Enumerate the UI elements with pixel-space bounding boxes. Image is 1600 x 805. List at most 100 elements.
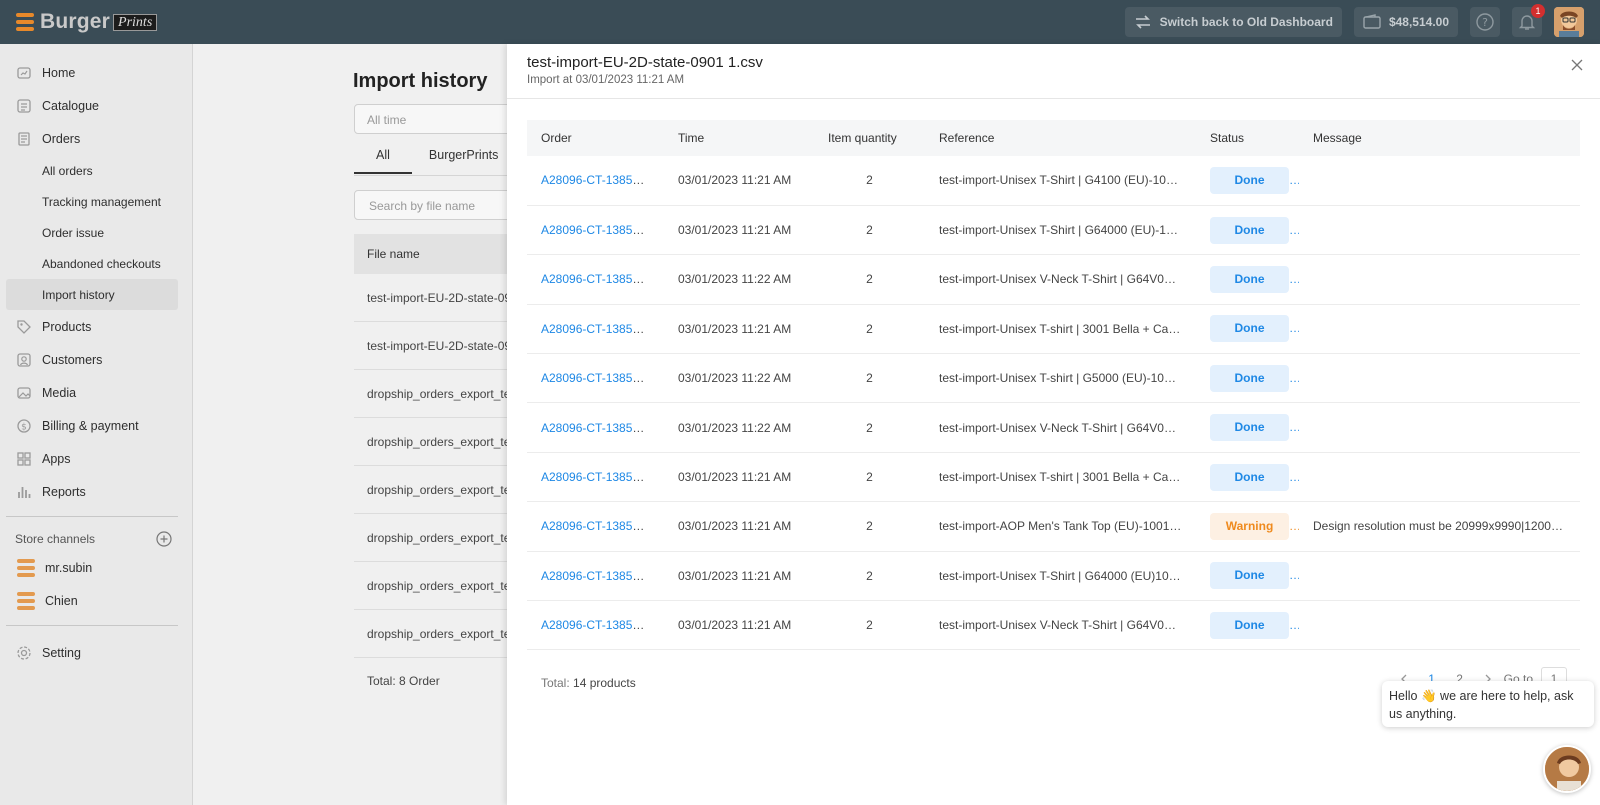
close-drawer-button[interactable] — [1569, 59, 1585, 75]
store-channels-header: Store channels — [0, 527, 192, 551]
tab-burgerprints[interactable]: BurgerPrints — [412, 148, 515, 174]
sidebar-item-billing[interactable]: $ Billing & payment — [0, 409, 192, 442]
reference-cell: test-import-Unisex T-shirt | 3001 Bella … — [925, 452, 1196, 503]
import-orders-table: Order Time Item quantity Reference Statu… — [527, 120, 1580, 651]
wallet-balance-button[interactable]: $48,514.00 — [1353, 7, 1458, 37]
switch-arrows-icon — [1135, 15, 1150, 29]
order-link[interactable]: A28096-CT-1385689 — [541, 618, 652, 632]
status-cell: Warning — [1196, 501, 1299, 552]
order-cell: A28096-CT-1385697 — [527, 452, 664, 503]
time-cell: 03/01/2023 11:21 AM — [664, 304, 814, 355]
status-badge: Done — [1210, 463, 1289, 491]
switch-dashboard-button[interactable]: Switch back to Old Dashboard — [1124, 7, 1342, 37]
order-link[interactable]: A28096-CT-1385698 — [541, 272, 652, 286]
table-row: A28096-CT-1385699 03/01/2023 11:22 AM 2 … — [527, 402, 1580, 453]
store-channel-chien[interactable]: Chien — [0, 584, 192, 617]
reference-cell: test-import-Unisex T-Shirt | G64000 (EU)… — [925, 205, 1196, 256]
reference-cell: test-import-Unisex V-Neck T-Shirt | G64V… — [925, 600, 1196, 651]
time-cell: 03/01/2023 11:22 AM — [664, 402, 814, 453]
time-cell: 03/01/2023 11:21 AM — [664, 551, 814, 602]
sidebar-item-home[interactable]: Home — [0, 56, 192, 89]
sidebar-subitem-import-history[interactable]: Import history — [6, 279, 178, 310]
status-badge: Done — [1210, 166, 1289, 194]
burger-store-icon — [16, 558, 36, 577]
order-link[interactable]: A28096-CT-1385699 — [541, 421, 652, 435]
status-cell: Done — [1196, 304, 1299, 355]
tab-all[interactable]: All — [354, 148, 412, 174]
switch-dashboard-label: Switch back to Old Dashboard — [1159, 15, 1333, 29]
help-button[interactable]: ? — [1470, 7, 1500, 37]
order-link[interactable]: A28096-CT-1385695 — [541, 322, 652, 336]
sidebar-subitem-tracking-management[interactable]: Tracking management — [0, 186, 192, 217]
status-badge: Done — [1210, 265, 1289, 293]
order-cell: A28096-CT-1385700 — [527, 551, 664, 602]
time-cell: 03/01/2023 11:21 AM — [664, 156, 814, 206]
svg-text:?: ? — [1482, 16, 1488, 29]
chat-launcher-button[interactable] — [1543, 745, 1591, 793]
store-channels-label: Store channels — [15, 532, 96, 546]
order-link[interactable]: A28096-CT-1385688 — [541, 519, 652, 533]
table-header-row: Order Time Item quantity Reference Statu… — [527, 120, 1580, 156]
customers-icon — [16, 352, 32, 368]
sidebar-item-label: Billing & payment — [42, 418, 139, 433]
sidebar-item-reports[interactable]: Reports — [0, 475, 192, 508]
sidebar-item-orders[interactable]: Orders — [0, 122, 192, 155]
order-link[interactable]: A28096-CT-1385687 — [541, 223, 652, 237]
quantity-cell: 2 — [814, 304, 925, 355]
quantity-cell: 2 — [814, 452, 925, 503]
chat-greeting-bubble[interactable]: Hello 👋 we are here to help, ask us anyt… — [1382, 681, 1594, 727]
add-store-icon[interactable] — [156, 531, 172, 547]
column-time: Time — [664, 120, 814, 156]
reference-cell: test-import-AOP Men's Tank Top (EU)-1001… — [925, 501, 1196, 552]
sidebar-subitem-abandoned-checkouts[interactable]: Abandoned checkouts — [0, 248, 192, 279]
user-avatar[interactable] — [1554, 7, 1584, 37]
table-row: A28096-CT-1385689 03/01/2023 11:21 AM 2 … — [527, 600, 1580, 651]
sidebar-item-label: Setting — [42, 645, 81, 660]
sidebar-item-setting[interactable]: Setting — [0, 636, 192, 669]
status-cell: Done — [1196, 254, 1299, 305]
notifications-button[interactable]: 1 — [1512, 4, 1545, 37]
burger-logo-icon — [14, 12, 36, 32]
sidebar-item-catalogue[interactable]: Catalogue — [0, 89, 192, 122]
drawer-header: test-import-EU-2D-state-0901 1.csv Impor… — [507, 44, 1600, 99]
order-cell: A28096-CT-1385699 — [527, 402, 664, 453]
message-cell — [1299, 353, 1580, 404]
order-cell: A28096-CT-1385688 — [527, 501, 664, 552]
order-cell: A28096-CT-1385695 — [527, 304, 664, 355]
sidebar-item-apps[interactable]: Apps — [0, 442, 192, 475]
brand-name: Burger — [40, 10, 111, 33]
order-link[interactable]: A28096-CT-1385700 — [541, 569, 652, 583]
products-total-value: 14 products — [573, 676, 636, 690]
message-cell — [1299, 304, 1580, 355]
column-item-quantity: Item quantity — [814, 120, 925, 156]
drawer-title: test-import-EU-2D-state-0901 1.csv — [527, 54, 763, 71]
message-cell — [1299, 156, 1580, 206]
brand-logo[interactable]: Burger Prints — [14, 10, 158, 34]
reference-cell: test-import-Unisex T-Shirt | G64000 (EU)… — [925, 551, 1196, 602]
svg-text:$: $ — [21, 422, 27, 432]
status-badge: Done — [1210, 216, 1289, 244]
close-icon — [1571, 59, 1583, 71]
status-cell: Done — [1196, 156, 1299, 206]
sidebar-item-media[interactable]: Media — [0, 376, 192, 409]
quantity-cell: 2 — [814, 156, 925, 206]
sidebar-item-customers[interactable]: Customers — [0, 343, 192, 376]
sidebar-subitem-order-issue[interactable]: Order issue — [0, 217, 192, 248]
sidebar-item-label: Home — [42, 65, 76, 80]
sidebar-item-products[interactable]: Products — [0, 310, 192, 343]
brand-suffix: Prints — [113, 13, 158, 31]
wallet-icon — [1363, 14, 1381, 29]
sidebar-subitem-all-orders[interactable]: All orders — [0, 155, 192, 186]
column-reference: Reference — [925, 120, 1196, 156]
status-badge: Done — [1210, 562, 1289, 590]
status-cell: Done — [1196, 205, 1299, 256]
reference-cell: test-import-Unisex V-Neck T-Shirt | G64V… — [925, 254, 1196, 305]
reports-icon — [16, 484, 32, 500]
store-channel-mr-subin[interactable]: mr.subin — [0, 551, 192, 584]
table-row: A28096-CT-1385694 03/01/2023 11:21 AM 2 … — [527, 156, 1580, 206]
order-link[interactable]: A28096-CT-1385697 — [541, 470, 652, 484]
order-link[interactable]: A28096-CT-1385694 — [541, 173, 652, 187]
order-link[interactable]: A28096-CT-1385696 — [541, 371, 652, 385]
order-cell: A28096-CT-1385687 — [527, 205, 664, 256]
quantity-cell: 2 — [814, 551, 925, 602]
